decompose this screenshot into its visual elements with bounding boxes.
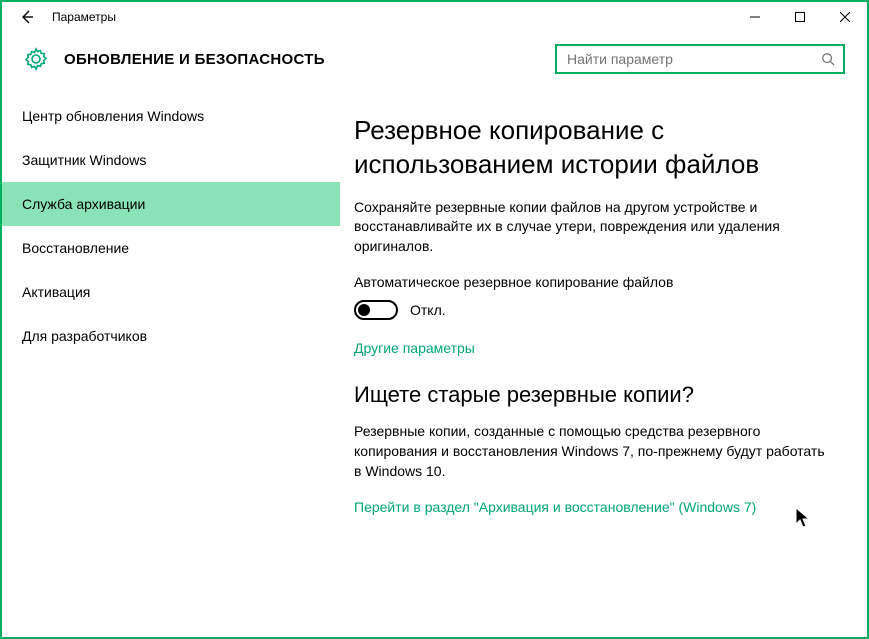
search-icon [821, 52, 835, 66]
minimize-button[interactable] [732, 2, 777, 32]
section-heading-old-backups: Ищете старые резервные копии? [354, 382, 827, 408]
sidebar: Центр обновления Windows Защитник Window… [2, 94, 340, 637]
page-description: Сохраняйте резервные копии файлов на дру… [354, 198, 827, 257]
toggle-caption: Автоматическое резервное копирование фай… [354, 274, 827, 290]
old-backups-description: Резервные копии, созданные с помощью сре… [354, 422, 827, 481]
sidebar-item-developers[interactable]: Для разработчиков [2, 314, 340, 358]
sidebar-item-activation[interactable]: Активация [2, 270, 340, 314]
search-input[interactable] [567, 51, 821, 67]
backup-toggle[interactable] [354, 300, 398, 320]
more-options-link[interactable]: Другие параметры [354, 340, 475, 356]
category-title: ОБНОВЛЕНИЕ И БЕЗОПАСНОСТЬ [64, 51, 555, 68]
sidebar-item-defender[interactable]: Защитник Windows [2, 138, 340, 182]
search-box[interactable] [555, 44, 845, 74]
sidebar-item-windows-update[interactable]: Центр обновления Windows [2, 94, 340, 138]
maximize-icon [795, 12, 805, 22]
header: ОБНОВЛЕНИЕ И БЕЗОПАСНОСТЬ [2, 32, 867, 94]
window-controls [732, 2, 867, 32]
close-button[interactable] [822, 2, 867, 32]
content-pane: Резервное копирование с использованием и… [340, 94, 867, 637]
close-icon [840, 12, 850, 22]
titlebar: Параметры [2, 2, 867, 32]
body: Центр обновления Windows Защитник Window… [2, 94, 867, 637]
toggle-state-label: Откл. [410, 302, 446, 318]
back-button[interactable] [16, 6, 38, 28]
window-title: Параметры [52, 10, 732, 24]
minimize-icon [750, 12, 760, 22]
backup-toggle-row: Откл. [354, 300, 827, 320]
sidebar-item-recovery[interactable]: Восстановление [2, 226, 340, 270]
settings-window: Параметры ОБНОВЛЕНИЕ И БЕЗОПАСНОСТЬ Цент… [0, 0, 869, 639]
arrow-left-icon [19, 9, 35, 25]
legacy-backup-link[interactable]: Перейти в раздел "Архивация и восстановл… [354, 499, 756, 515]
sidebar-item-backup[interactable]: Служба архивации [2, 182, 340, 226]
maximize-button[interactable] [777, 2, 822, 32]
toggle-knob [358, 304, 370, 316]
page-heading: Резервное копирование с использованием и… [354, 114, 827, 182]
gear-icon [24, 47, 48, 71]
